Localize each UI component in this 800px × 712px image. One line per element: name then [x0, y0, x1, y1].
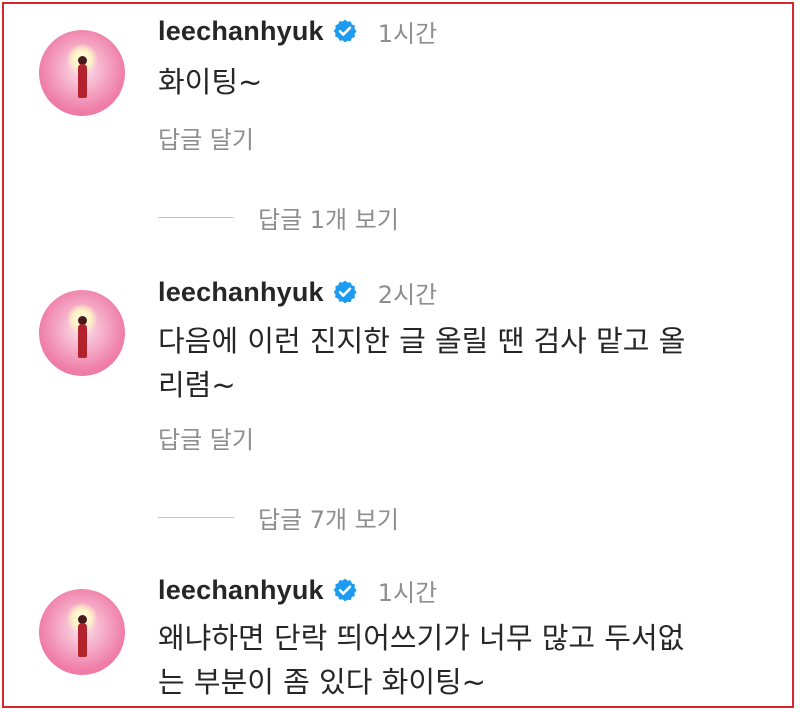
- reply-button[interactable]: 답글 달기: [158, 120, 254, 155]
- comment-header: leechanhyuk 1시간: [158, 573, 437, 607]
- username[interactable]: leechanhyuk: [158, 16, 324, 47]
- comment-text: 화이팅~: [158, 65, 263, 99]
- avatar-figure: [78, 64, 87, 98]
- view-replies-button[interactable]: 답글 7개 보기: [158, 502, 399, 534]
- view-replies-label: 답글 7개 보기: [258, 505, 399, 534]
- avatar[interactable]: [39, 589, 125, 675]
- username[interactable]: leechanhyuk: [158, 277, 324, 308]
- comment-time: 1시간: [377, 19, 438, 48]
- comment-header: leechanhyuk 1시간: [158, 14, 437, 48]
- view-replies-button[interactable]: 답글 1개 보기: [158, 202, 399, 234]
- avatar[interactable]: [39, 30, 125, 116]
- avatar[interactable]: [39, 290, 125, 376]
- comment-text: 왜냐하면 단락 띄어쓰기가 너무 많고 두서없 는 부분이 좀 있다 화이팅~: [158, 621, 685, 699]
- avatar-figure: [78, 623, 87, 657]
- comment-text: 다음에 이런 진지한 글 올릴 땐 검사 맡고 올 리렴~: [158, 324, 686, 402]
- comment-time: 2시간: [377, 280, 438, 309]
- avatar-figure: [78, 324, 87, 358]
- verified-badge-icon: [333, 280, 357, 304]
- divider-line: [158, 516, 234, 518]
- username[interactable]: leechanhyuk: [158, 575, 324, 606]
- view-replies-label: 답글 1개 보기: [258, 205, 399, 234]
- verified-badge-icon: [333, 19, 357, 43]
- verified-badge-icon: [333, 578, 357, 602]
- comment-header: leechanhyuk 2시간: [158, 275, 437, 309]
- comment-time: 1시간: [377, 578, 438, 607]
- reply-button[interactable]: 답글 달기: [158, 420, 254, 455]
- divider-line: [158, 216, 234, 218]
